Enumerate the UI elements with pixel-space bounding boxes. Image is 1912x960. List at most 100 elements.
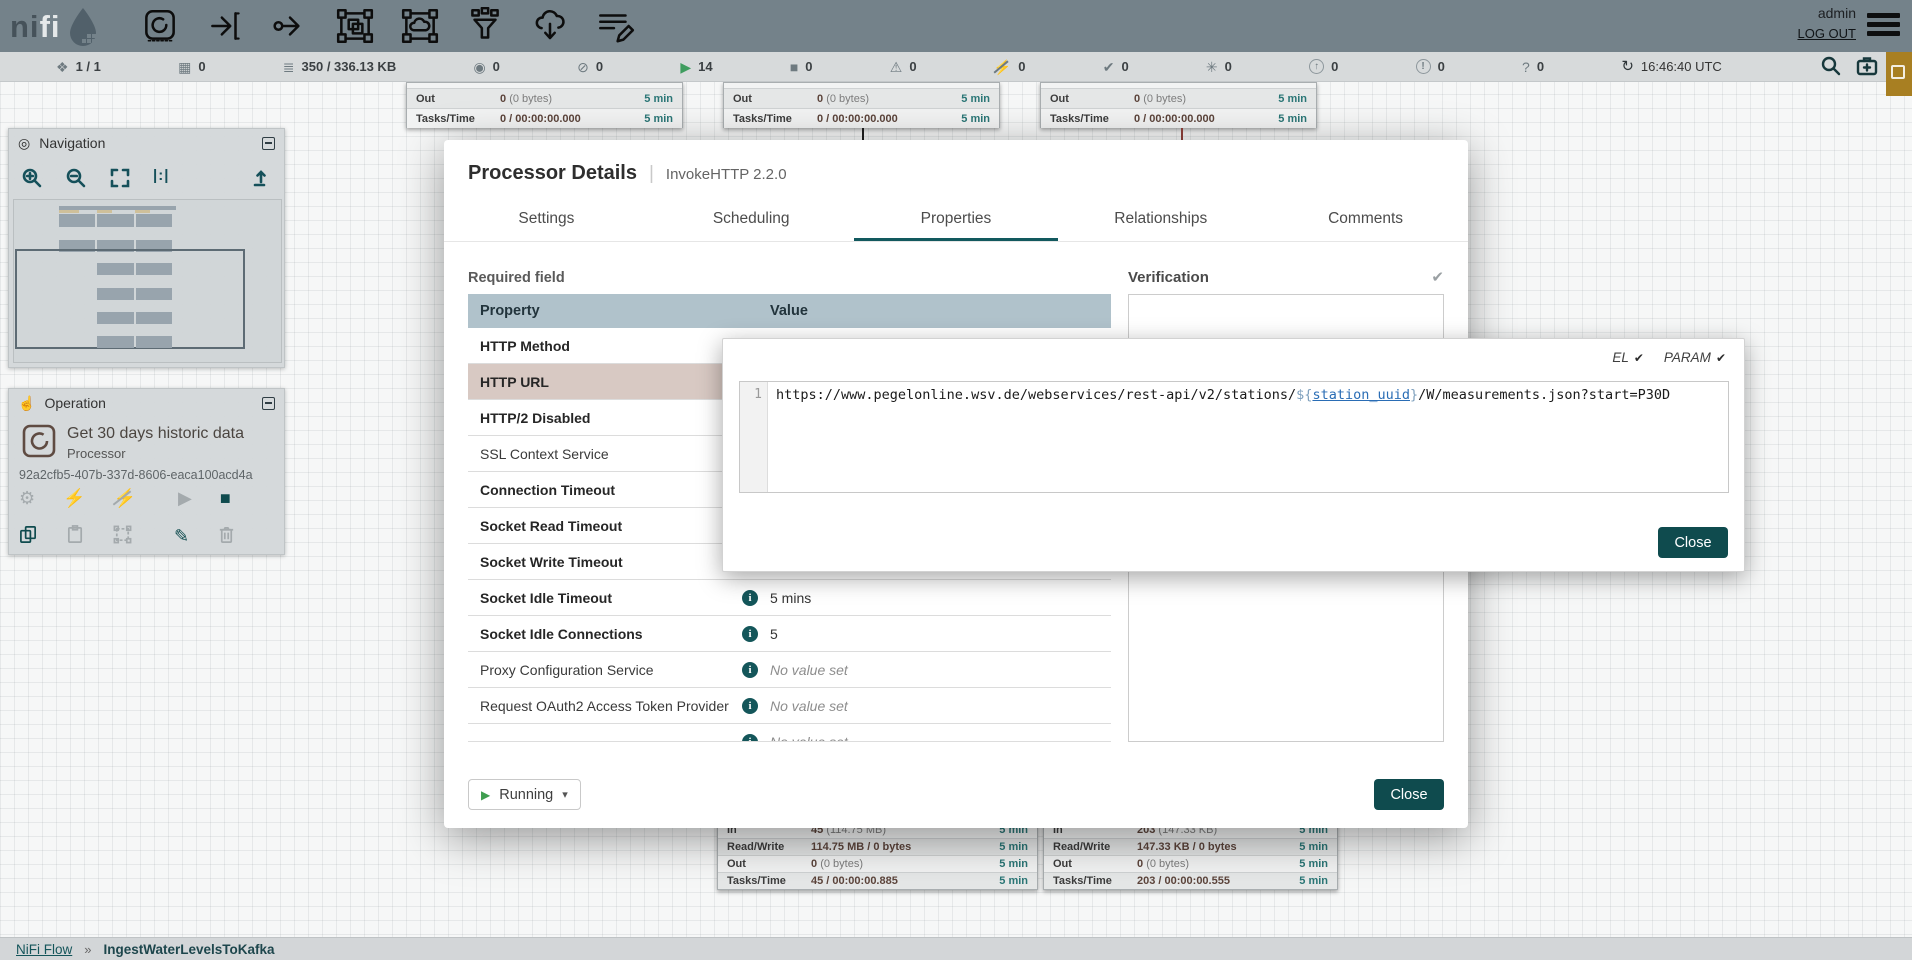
paste-icon[interactable] [66, 525, 85, 547]
stat-row: Tasks/Time45 / 00:00:00.8855 min [718, 872, 1037, 889]
output-port-icon[interactable] [269, 7, 311, 45]
editor-close-button[interactable]: Close [1658, 527, 1728, 558]
logout-link[interactable]: LOG OUT [1797, 26, 1856, 41]
locally-modified-icon: ✳ [1206, 60, 1218, 74]
stop-icon[interactable]: ■ [220, 489, 231, 507]
zoom-fit-icon[interactable] [109, 167, 131, 189]
operation-panel: ☝ Operation Get 30 days historic data Pr… [8, 388, 285, 555]
input-port-icon[interactable] [204, 7, 246, 45]
value-code-editor[interactable]: 1 https://www.pegelonline.wsv.de/webserv… [739, 381, 1729, 493]
disabled-icon: ⚡ [994, 60, 1011, 74]
tab-scheduling[interactable]: Scheduling [649, 200, 854, 241]
search-icon[interactable] [1820, 55, 1842, 77]
param-supported-flag: PARAM✔ [1664, 350, 1726, 365]
verification-check-icon[interactable]: ✔ [1431, 268, 1444, 286]
tab-settings[interactable]: Settings [444, 200, 649, 241]
stat-queued: ≣350 / 336.13 KB [283, 59, 396, 74]
info-icon[interactable]: i [742, 626, 758, 642]
property-row-proxy-configuration-service[interactable]: Proxy Configuration ServiceiNo value set [468, 652, 1111, 688]
color-icon[interactable]: ✎ [174, 527, 189, 545]
processor-node[interactable]: Out0 (0 bytes)5 min Tasks/Time0 / 00:00:… [1040, 82, 1317, 128]
enable-icon[interactable]: ⚡ [63, 489, 85, 507]
tab-relationships[interactable]: Relationships [1058, 200, 1263, 241]
not-transmitting-icon: ⊘ [577, 60, 589, 74]
run-state-dropdown[interactable]: ▶ Running ▾ [468, 779, 581, 810]
operation-actions-row1: ⚙ ⚡ ⚡ ▶ ■ [19, 489, 231, 507]
info-icon[interactable]: i [742, 590, 758, 606]
nifi-drop-icon [61, 4, 105, 48]
label-icon[interactable] [594, 7, 636, 45]
dialog-title: Processor Details [468, 162, 637, 185]
zoom-out-icon[interactable] [65, 167, 87, 189]
breadcrumb: NiFi Flow » IngestWaterLevelsToKafka [0, 937, 1912, 960]
go-up-icon[interactable] [250, 167, 272, 189]
value-input[interactable]: https://www.pegelonline.wsv.de/webservic… [768, 382, 1728, 492]
stat-running: ▶14 [680, 59, 712, 74]
flow-settings-icon[interactable] [1856, 55, 1878, 77]
collapse-operation-button[interactable] [262, 397, 275, 410]
zoom-actual-icon[interactable]: |:| [153, 167, 169, 189]
stat-not-transmitting: ⊘0 [577, 59, 603, 74]
processor-node[interactable]: In45 (114.75 MB)5 min Read/Write114.75 M… [717, 820, 1038, 890]
line-number-gutter: 1 [740, 382, 768, 492]
stat-stale: ↑0 [1309, 59, 1338, 74]
breadcrumb-root[interactable]: NiFi Flow [16, 942, 72, 957]
processor-type-icon [21, 423, 59, 461]
copy-icon[interactable] [19, 525, 38, 547]
el-parameter-reference: station_uuid [1312, 387, 1410, 403]
info-icon[interactable]: i [742, 734, 758, 743]
refresh-icon[interactable]: ↻ [1621, 59, 1634, 74]
stat-sync-failure: ?0 [1522, 59, 1544, 74]
info-icon[interactable]: i [742, 662, 758, 678]
property-row-socket-idle-connections[interactable]: Socket Idle Connectionsi5 [468, 616, 1111, 652]
breadcrumb-current-group: IngestWaterLevelsToKafka [103, 942, 274, 957]
disable-icon[interactable]: ⚡ [114, 489, 136, 507]
tab-comments[interactable]: Comments [1263, 200, 1468, 241]
zoom-in-icon[interactable] [21, 167, 43, 189]
status-bar-tools [1820, 55, 1878, 77]
process-group-icon[interactable] [334, 7, 376, 45]
info-icon[interactable]: i [742, 698, 758, 714]
processor-node[interactable]: In203 (147.33 KB)5 min Read/Write147.33 … [1043, 820, 1338, 890]
tab-properties[interactable]: Properties [854, 200, 1059, 241]
dialog-close-button[interactable]: Close [1374, 779, 1444, 810]
global-menu-button[interactable] [1867, 13, 1900, 40]
app-header: nifi admin LOG OUT [0, 0, 1912, 52]
up-to-date-icon: ✔ [1103, 60, 1115, 74]
el-supported-flag: EL✔ [1612, 350, 1644, 365]
editor-capability-flags: EL✔ PARAM✔ [1612, 350, 1726, 365]
delete-icon[interactable] [217, 525, 236, 547]
status-bar: ❖1 / 1 ▦0 ≣350 / 336.13 KB ◉0 ⊘0 ▶14 ■0 … [0, 52, 1912, 82]
collapse-navigation-button[interactable] [262, 137, 275, 150]
selected-component-id: 92a2cfb5-407b-337d-8606-eaca100acd4a [19, 468, 253, 482]
minimap[interactable] [13, 199, 282, 363]
template-icon[interactable] [529, 7, 571, 45]
stat-up-to-date: ✔0 [1103, 59, 1129, 74]
group-icon[interactable] [113, 525, 132, 547]
property-row-oauth2-token-provider[interactable]: Request OAuth2 Access Token ProvideriNo … [468, 688, 1111, 724]
navigation-toolbar: |:| [9, 157, 284, 193]
funnel-icon[interactable] [464, 7, 506, 45]
processor-node[interactable]: Out0 (0 bytes)5 min Tasks/Time0 / 00:00:… [723, 82, 1000, 128]
flow-analysis-drawer-button[interactable] [1886, 52, 1912, 96]
stat-locally-modified-stale: !0 [1416, 59, 1445, 74]
running-state-icon: ▶ [481, 788, 490, 802]
configure-icon[interactable]: ⚙ [19, 489, 35, 507]
property-row-socket-idle-timeout[interactable]: Socket Idle Timeouti5 mins [468, 580, 1111, 616]
property-value-editor: EL✔ PARAM✔ 1 https://www.pegelonline.wsv… [722, 338, 1745, 572]
stat-row: Out0 (0 bytes)5 min [1041, 88, 1316, 108]
stat-row: Out0 (0 bytes)5 min [724, 88, 999, 108]
nifi-app: Out0 (0 bytes)5 min Tasks/Time0 / 00:00:… [0, 0, 1912, 960]
start-icon[interactable]: ▶ [178, 489, 192, 507]
sync-failure-icon: ? [1522, 60, 1530, 74]
property-row-partial[interactable]: iNo value set [468, 724, 1111, 742]
stat-row: Tasks/Time0 / 00:00:00.0005 min [1041, 108, 1316, 128]
stat-row: Out0 (0 bytes)5 min [1044, 855, 1337, 872]
stat-row: Read/Write114.75 MB / 0 bytes5 min [718, 838, 1037, 855]
remote-process-group-icon[interactable] [399, 7, 441, 45]
dialog-title-row: Processor Details | InvokeHTTP 2.2.0 [468, 162, 787, 185]
processor-icon[interactable] [139, 7, 181, 45]
processor-node[interactable]: Out0 (0 bytes)5 min Tasks/Time0 / 00:00:… [406, 82, 683, 128]
operation-panel-header[interactable]: ☝ Operation [9, 389, 284, 417]
navigation-panel-header[interactable]: ◎ Navigation [9, 129, 284, 157]
